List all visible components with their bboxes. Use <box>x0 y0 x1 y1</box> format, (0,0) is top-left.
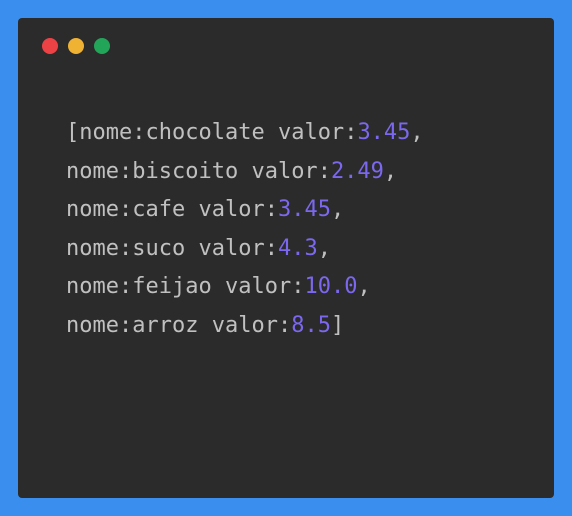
key-valor: valor <box>225 274 291 299</box>
item-valor: 3.45 <box>357 120 410 145</box>
item-nome: biscoito <box>132 159 238 184</box>
space <box>198 313 211 338</box>
key-nome: nome <box>66 159 119 184</box>
key-valor: valor <box>278 120 344 145</box>
colon: : <box>119 313 132 338</box>
colon: : <box>119 274 132 299</box>
item-valor: 3.45 <box>278 197 331 222</box>
item-nome: arroz <box>132 313 198 338</box>
comma: , <box>357 274 370 299</box>
space <box>185 197 198 222</box>
space <box>212 274 225 299</box>
colon: : <box>278 313 291 338</box>
item-valor: 8.5 <box>291 313 331 338</box>
item-valor: 2.49 <box>331 159 384 184</box>
space <box>238 159 251 184</box>
key-nome: nome <box>66 236 119 261</box>
key-valor: valor <box>198 197 264 222</box>
key-valor: valor <box>212 313 278 338</box>
item-nome: feijao <box>132 274 211 299</box>
key-nome: nome <box>79 120 132 145</box>
minimize-icon[interactable] <box>68 38 84 54</box>
comma: , <box>410 120 423 145</box>
colon: : <box>265 236 278 261</box>
comma: , <box>331 197 344 222</box>
code-output: [nome:chocolate valor:3.45, nome:biscoit… <box>42 114 530 345</box>
comma: , <box>384 159 397 184</box>
item-nome: chocolate <box>145 120 264 145</box>
colon: : <box>265 197 278 222</box>
key-valor: valor <box>198 236 264 261</box>
key-valor: valor <box>251 159 317 184</box>
terminal-window: [nome:chocolate valor:3.45, nome:biscoit… <box>18 18 554 498</box>
comma: , <box>318 236 331 261</box>
close-icon[interactable] <box>42 38 58 54</box>
item-nome: cafe <box>132 197 185 222</box>
key-nome: nome <box>66 274 119 299</box>
space <box>265 120 278 145</box>
colon: : <box>291 274 304 299</box>
key-nome: nome <box>66 197 119 222</box>
space <box>185 236 198 261</box>
item-valor: 4.3 <box>278 236 318 261</box>
key-nome: nome <box>66 313 119 338</box>
colon: : <box>344 120 357 145</box>
window-controls <box>42 38 530 54</box>
colon: : <box>119 236 132 261</box>
bracket-open: [ <box>66 120 79 145</box>
colon: : <box>132 120 145 145</box>
colon: : <box>119 197 132 222</box>
colon: : <box>119 159 132 184</box>
bracket-close: ] <box>331 313 344 338</box>
item-nome: suco <box>132 236 185 261</box>
item-valor: 10.0 <box>304 274 357 299</box>
maximize-icon[interactable] <box>94 38 110 54</box>
colon: : <box>318 159 331 184</box>
